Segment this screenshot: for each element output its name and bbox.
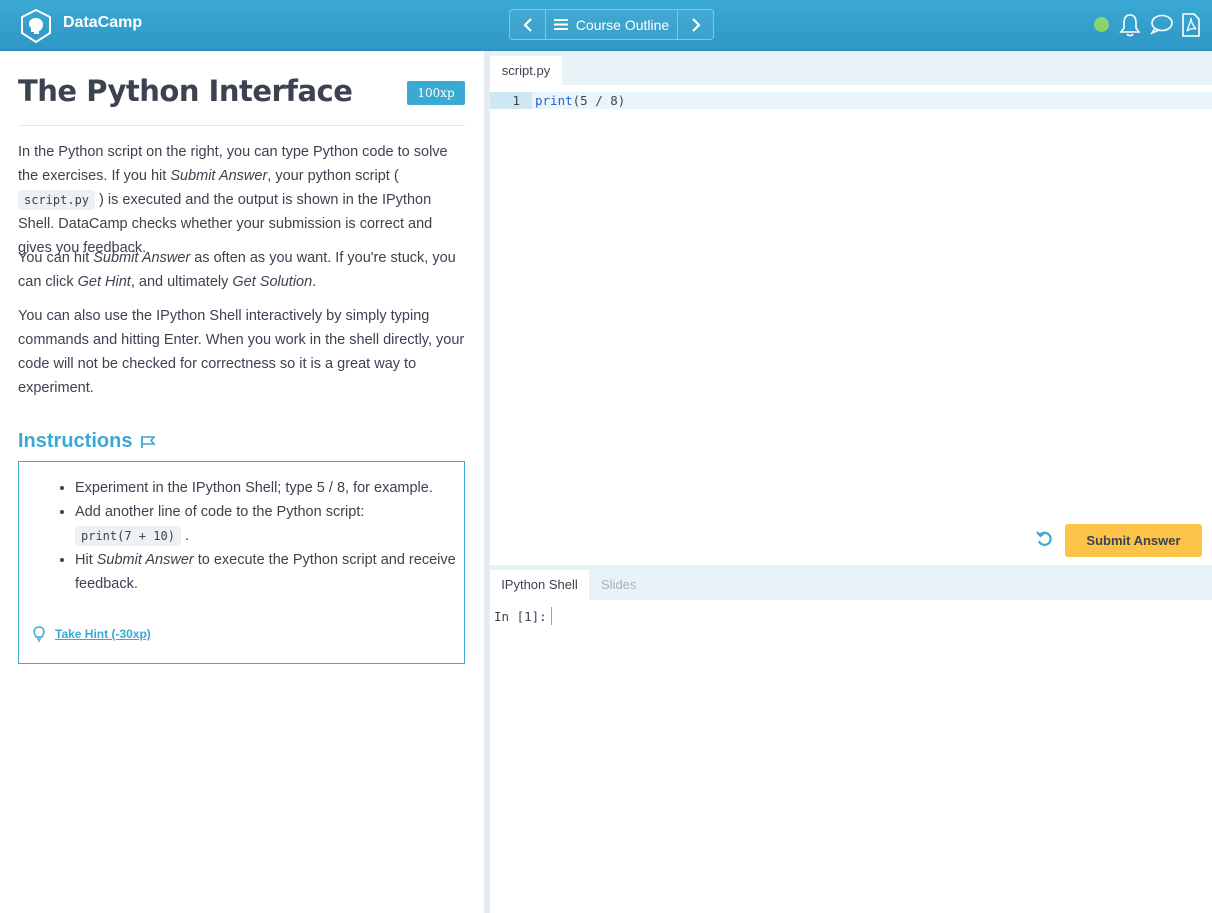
line-number: 1 — [490, 92, 532, 109]
instructions-heading: Instructions — [18, 430, 157, 453]
exercise-title: The Python Interface — [18, 74, 353, 108]
instruction-emphasis: Submit Answer — [96, 552, 194, 568]
p2-emphasis-3: Get Solution — [232, 274, 313, 290]
chat-bubble-icon[interactable] — [1150, 13, 1173, 35]
previous-exercise-button[interactable] — [510, 10, 546, 39]
console-panel: IPython Shell Slides In [1]: — [490, 565, 1212, 913]
p2-emphasis-2: Get Hint — [77, 274, 131, 290]
tab-ipython-shell[interactable]: IPython Shell — [490, 570, 589, 600]
p1-inline-code: script.py — [18, 190, 96, 210]
brand-name[interactable]: DataCamp — [63, 14, 142, 32]
code-args: (5 / 8) — [572, 93, 626, 108]
p2-text-d: . — [312, 274, 317, 290]
course-nav: Course Outline — [509, 9, 714, 40]
chevron-left-icon — [522, 17, 532, 32]
intro-paragraph-1: In the Python script on the right, you c… — [18, 140, 468, 260]
instruction-item: Experiment in the IPython Shell; type 5 … — [75, 476, 460, 500]
console-tab-bar: IPython Shell Slides — [490, 565, 1212, 600]
code-keyword: print — [535, 93, 573, 108]
status-indicator — [1094, 17, 1109, 32]
editor-tab-bar: script.py — [490, 51, 1212, 85]
datacamp-logo-icon[interactable] — [20, 9, 52, 43]
instruction-item: Add another line of code to the Python s… — [75, 500, 460, 548]
instruction-item: Hit Submit Answer to execute the Python … — [75, 548, 460, 596]
title-divider — [18, 125, 465, 126]
instruction-text: Add another line of code to the Python s… — [75, 504, 365, 520]
code-editor-panel: script.py 1 print(5 / 8) Submit Answer — [490, 51, 1212, 565]
p2-text-a: You can hit — [18, 250, 94, 266]
lightbulb-icon — [33, 626, 45, 642]
intro-paragraph-2: You can hit Submit Answer as often as yo… — [18, 246, 468, 294]
code-text[interactable]: print(5 / 8) — [535, 92, 625, 109]
course-outline-label: Course Outline — [575, 16, 670, 33]
code-line[interactable]: 1 print(5 / 8) — [490, 92, 1212, 109]
course-outline-button[interactable]: Course Outline — [546, 10, 677, 39]
reset-icon[interactable] — [1036, 530, 1054, 548]
tab-slides[interactable]: Slides — [601, 570, 636, 600]
top-bar: DataCamp Course Outline — [0, 0, 1212, 51]
next-exercise-button[interactable] — [677, 10, 713, 39]
take-hint-link[interactable]: Take Hint (-30xp) — [55, 627, 151, 641]
p2-emphasis-1: Submit Answer — [93, 250, 191, 266]
p1-emphasis: Submit Answer — [170, 168, 268, 184]
shell-input-cursor[interactable] — [551, 607, 552, 625]
pdf-icon[interactable] — [1181, 13, 1201, 37]
bell-icon[interactable] — [1119, 13, 1141, 37]
instructions-list: Experiment in the IPython Shell; type 5 … — [55, 476, 460, 596]
submit-answer-button[interactable]: Submit Answer — [1065, 524, 1202, 557]
shell-prompt: In [1]: — [494, 609, 547, 624]
instruction-text-end: . — [180, 528, 189, 544]
instruction-inline-code: print(7 + 10) — [75, 526, 181, 546]
instructions-box: Experiment in the IPython Shell; type 5 … — [18, 461, 465, 664]
xp-badge: 100xp — [407, 81, 465, 105]
tab-script-py[interactable]: script.py — [490, 56, 562, 85]
instructions-heading-label: Instructions — [18, 430, 133, 452]
chevron-right-icon — [691, 17, 701, 32]
flag-icon — [141, 435, 157, 448]
intro-paragraph-3: You can also use the IPython Shell inter… — [18, 308, 465, 396]
p1-text-b: , your python script ( — [267, 168, 399, 184]
take-hint[interactable]: Take Hint (-30xp) — [33, 626, 151, 642]
p2-text-c: , and ultimately — [130, 274, 233, 290]
instruction-text-a: Hit — [75, 552, 97, 568]
menu-icon — [553, 19, 568, 30]
